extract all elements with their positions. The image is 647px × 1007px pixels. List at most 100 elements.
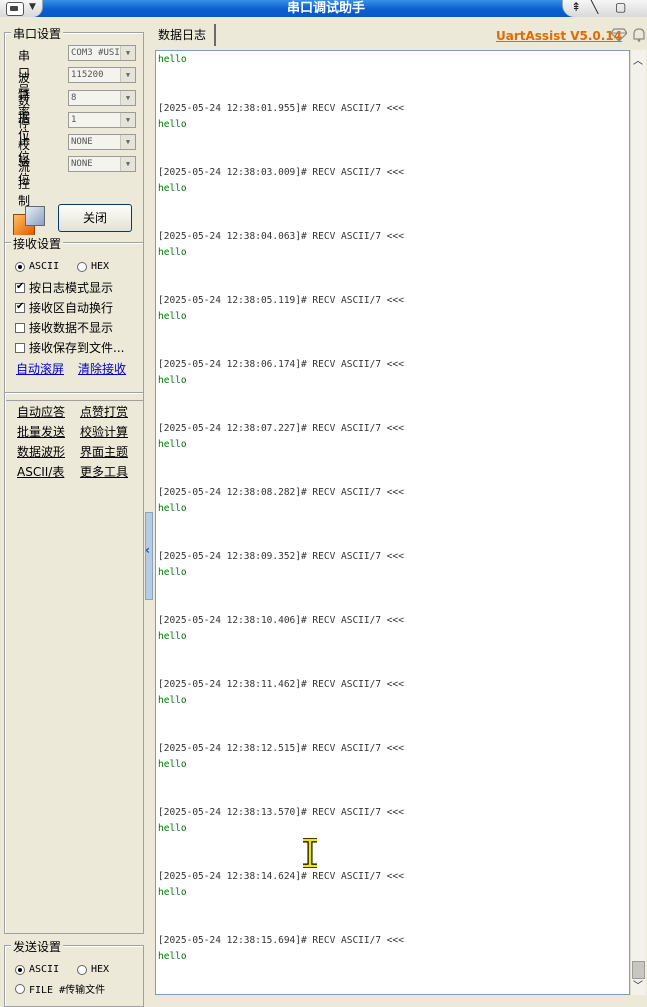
close-window-icon[interactable]: ▢ (615, 0, 626, 14)
log-header-line: [2025-05-24 12:38:12.515]# RECV ASCII/7 … (158, 743, 404, 754)
theme-link[interactable]: 界面主题 (80, 443, 128, 460)
radio-icon (77, 964, 87, 975)
log-header-line: [2025-05-24 12:38:06.174]# RECV ASCII/7 … (158, 359, 404, 370)
baud-select[interactable]: 115200 ▼ (68, 67, 136, 83)
log-header-line: [2025-05-24 12:38:10.406]# RECV ASCII/7 … (158, 615, 404, 626)
send-settings-title: 发送设置 (11, 938, 64, 955)
more-tools-link[interactable]: 更多工具 (80, 463, 128, 480)
checkbox-icon (15, 342, 25, 353)
bell-icon[interactable] (631, 28, 647, 42)
hide-data-checkbox[interactable]: 接收数据不显示 (15, 319, 113, 336)
send-hex-label: HEX (91, 964, 110, 975)
pin-icon[interactable]: ⇞ (571, 0, 581, 14)
log-data-line: hello (158, 759, 187, 770)
hide-data-label: 接收数据不显示 (29, 321, 114, 335)
log-data-line: hello (158, 247, 187, 258)
log-header-line: [2025-05-24 12:38:07.227]# RECV ASCII/7 … (158, 423, 404, 434)
chevron-down-icon[interactable]: ▼ (120, 46, 135, 60)
checksum-link[interactable]: 校验计算 (80, 423, 128, 440)
receive-ascii-radio[interactable]: ASCII (15, 259, 59, 273)
save-to-file-label: 接收保存到文件... (29, 341, 125, 355)
system-menu[interactable]: ▼ (0, 0, 43, 17)
chevron-left-icon: ‹ (145, 543, 150, 557)
log-mode-label: 按日志模式显示 (29, 281, 114, 295)
log-header-line: [2025-05-24 12:38:13.570]# RECV ASCII/7 … (158, 807, 404, 818)
sidebar: 串口设置 串口号 COM3 #USI ▼ 波特率 115200 ▼ 数据位 8 ▼ 停… (0, 18, 150, 1007)
waveform-link[interactable]: 数据波形 (17, 443, 65, 460)
log-data-line: hello (158, 631, 187, 642)
log-header-line: [2025-05-24 12:38:08.282]# RECV ASCII/7 … (158, 487, 404, 498)
auto-wrap-checkbox[interactable]: 接收区自动换行 (15, 299, 113, 316)
log-header-line: [2025-05-24 12:38:11.462]# RECV ASCII/7 … (158, 679, 404, 690)
batch-send-link[interactable]: 批量发送 (17, 423, 65, 440)
chevron-down-icon[interactable]: ▼ (120, 157, 135, 171)
receive-settings-title: 接收设置 (11, 235, 64, 252)
log-data-line: hello (158, 567, 187, 578)
log-data-line: hello (158, 375, 187, 386)
log-data-line: hello (158, 183, 187, 194)
port-select[interactable]: COM3 #USI ▼ (68, 45, 136, 61)
log-header-line: [2025-05-24 12:38:05.119]# RECV ASCII/7 … (158, 295, 404, 306)
log-mode-checkbox[interactable]: 按日志模式显示 (15, 279, 113, 296)
receive-hex-label: HEX (91, 261, 110, 272)
stopbits-select[interactable]: 1 ▼ (68, 112, 136, 128)
window-controls[interactable]: ⇞ ╲ ▢ (562, 0, 647, 17)
databits-select[interactable]: 8 ▼ (68, 90, 136, 106)
app-logo-icon (6, 2, 24, 16)
databits-value: 8 (71, 93, 77, 103)
brand-link[interactable]: UartAssist V5.0.14 (496, 29, 622, 43)
stopbits-value: 1 (71, 115, 77, 125)
scroll-down-icon[interactable]: ﹀ (633, 977, 643, 992)
auto-scroll-link[interactable]: 自动滚屏 (16, 360, 64, 377)
send-hex-radio[interactable]: HEX (77, 962, 109, 976)
send-file-label: FILE #传输文件 (29, 985, 106, 996)
log-data-line: hello (158, 503, 187, 514)
send-file-radio[interactable]: FILE #传输文件 (15, 981, 105, 996)
flow-select[interactable]: NONE ▼ (68, 156, 136, 172)
parity-select[interactable]: NONE ▼ (68, 134, 136, 150)
parity-value: NONE (71, 137, 93, 147)
window-title: 串口调试助手 (286, 1, 365, 16)
scroll-up-icon[interactable]: ︿ (633, 52, 643, 67)
log-data-line: hello (158, 695, 187, 706)
tab-bar: 数据日志 UartAssist V5.0.14 (153, 24, 647, 50)
serial-settings-title: 串口设置 (11, 25, 64, 42)
log-header-line: [2025-05-24 12:38:04.063]# RECV ASCII/7 … (158, 231, 404, 242)
tab-data-log[interactable]: 数据日志 (157, 24, 216, 46)
chevron-down-icon[interactable]: ▼ (120, 91, 135, 105)
log-data-line: hello (158, 887, 187, 898)
port-status-icon (13, 206, 47, 236)
log-vertical-scrollbar[interactable]: ︿ ﹀ (630, 50, 646, 995)
log-data-line: hello (158, 439, 187, 450)
checkbox-icon (15, 281, 25, 293)
tools-group: 自动应答 点赞打赏 批量发送 校验计算 数据波形 界面主题 ASCII/表 更多… (4, 392, 144, 934)
close-port-button[interactable]: 关闭 (58, 204, 132, 232)
radio-icon (15, 983, 25, 994)
ascii-table-link[interactable]: ASCII/表 (17, 463, 64, 480)
log-data-line: hello (158, 951, 187, 962)
receive-settings-group: 接收设置 ASCII HEX 按日志模式显示 接收区自动换行 接收数据不显示 接… (4, 235, 144, 401)
flow-value: NONE (71, 159, 93, 169)
log-header-line: [2025-05-24 12:38:09.352]# RECV ASCII/7 … (158, 551, 404, 562)
checkbox-icon (15, 322, 25, 333)
receive-hex-radio[interactable]: HEX (77, 259, 109, 273)
auto-wrap-label: 接收区自动换行 (29, 301, 114, 315)
radio-icon (15, 261, 25, 272)
checkbox-icon (15, 301, 25, 313)
auto-reply-link[interactable]: 自动应答 (17, 403, 65, 420)
receive-log-area[interactable]: hello [2025-05-24 12:38:01.955]# RECV AS… (155, 50, 630, 995)
send-ascii-radio[interactable]: ASCII (15, 962, 59, 976)
minimize-icon[interactable]: ╲ (591, 0, 598, 14)
diamond-icon[interactable] (611, 28, 627, 42)
chevron-down-icon[interactable]: ▼ (120, 135, 135, 149)
donate-link[interactable]: 点赞打赏 (80, 403, 128, 420)
chevron-down-icon[interactable]: ▼ (120, 113, 135, 127)
chevron-down-icon: ▼ (29, 2, 36, 12)
chevron-down-icon[interactable]: ▼ (120, 68, 135, 82)
save-to-file-checkbox[interactable]: 接收保存到文件... (15, 339, 124, 356)
title-bar[interactable]: ▼ 串口调试助手 ⇞ ╲ ▢ (0, 0, 647, 17)
baud-value: 115200 (71, 70, 104, 80)
clear-receive-link[interactable]: 清除接收 (78, 360, 126, 377)
log-header-line: [2025-05-24 12:38:15.694]# RECV ASCII/7 … (158, 935, 404, 946)
sidebar-collapse-handle[interactable]: ‹ (145, 512, 153, 600)
